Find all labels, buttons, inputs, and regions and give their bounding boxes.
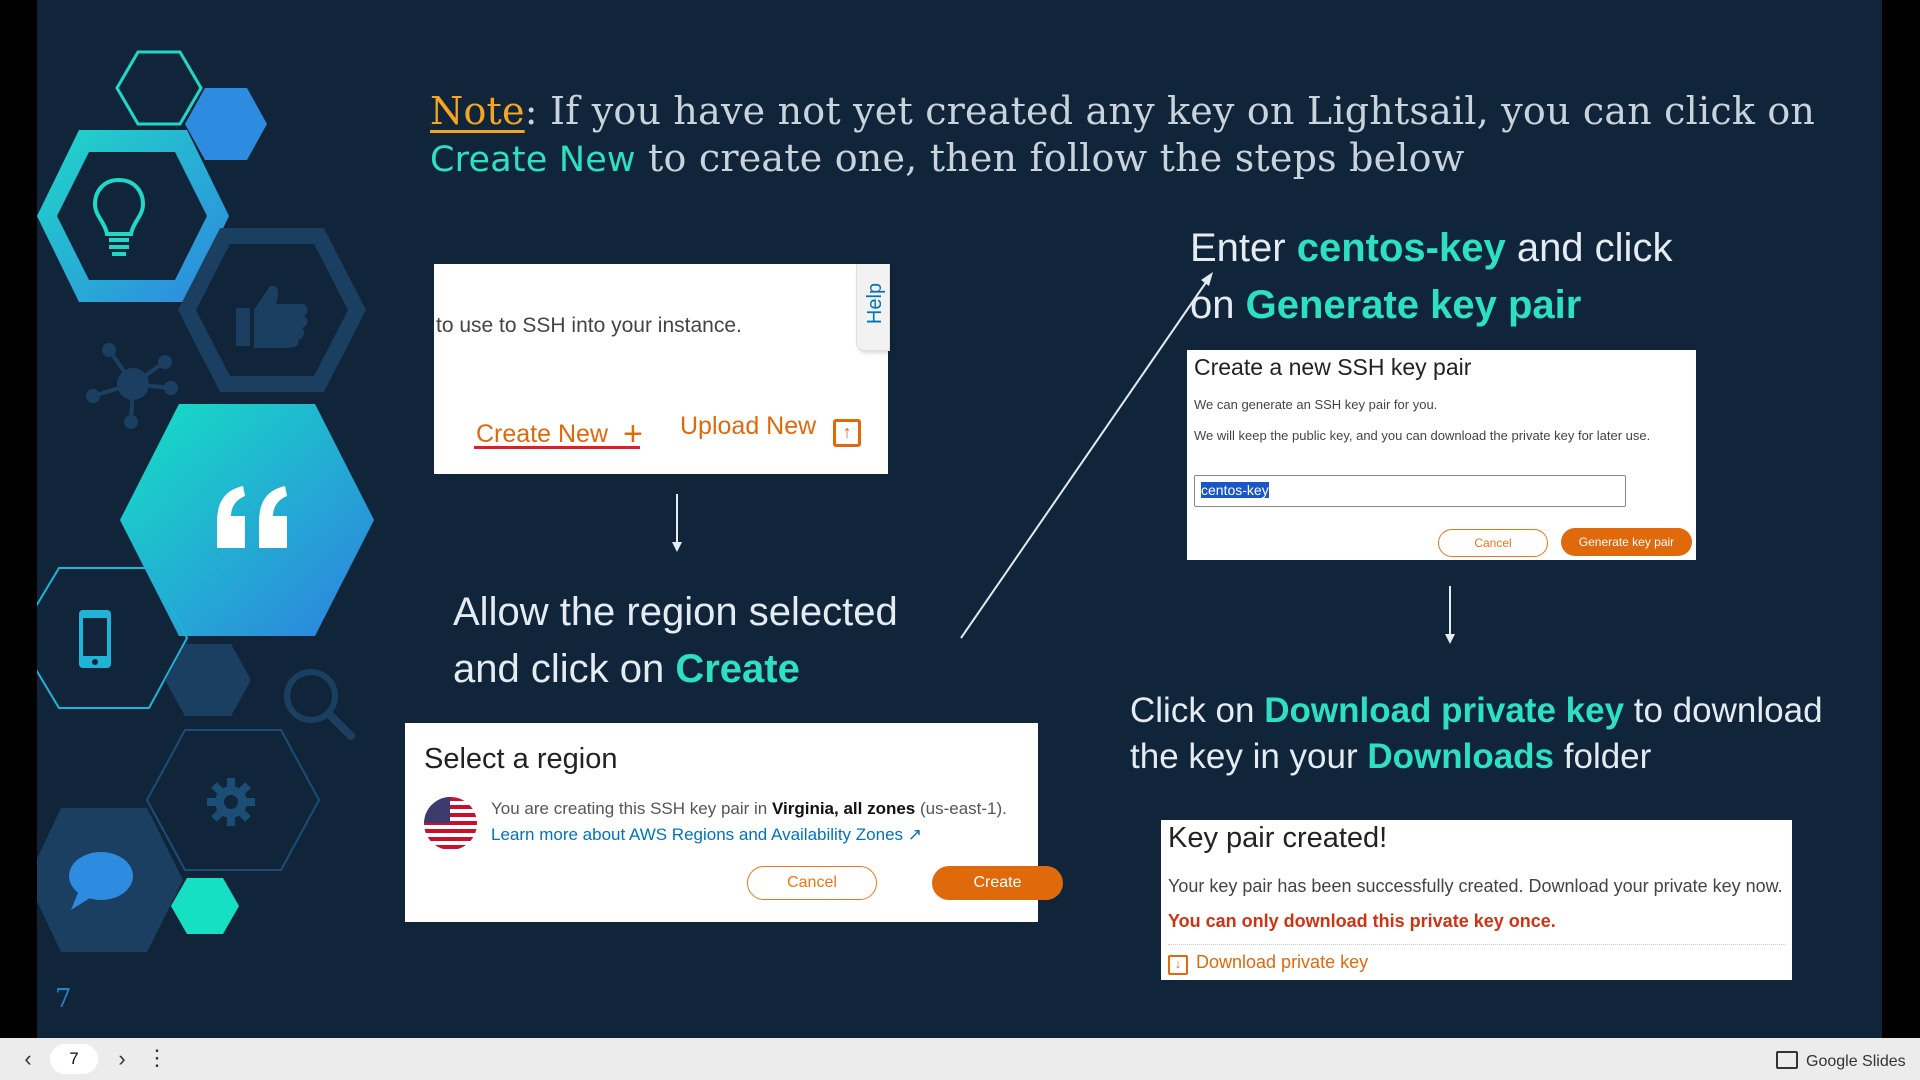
- download-label: Download private key: [1196, 952, 1369, 972]
- learn-more-link[interactable]: Learn more about AWS Regions and Availab…: [491, 825, 922, 845]
- thumbs-up-icon: [236, 285, 308, 348]
- magnifier-icon: [284, 669, 355, 740]
- note-text-2: to create one, then follow the steps bel…: [635, 136, 1465, 180]
- google-slides-link[interactable]: Google Slides: [1776, 1048, 1906, 1071]
- step-download-text: Click on Download private key to downloa…: [1130, 688, 1823, 780]
- more-options-icon[interactable]: ⋮: [146, 1045, 168, 1073]
- note-text: Note: If you have not yet created any ke…: [430, 88, 1850, 184]
- created-title: Key pair created!: [1168, 822, 1388, 854]
- upload-new-label: Upload New: [680, 412, 817, 440]
- chat-bubble-icon: [69, 852, 133, 910]
- step-region-highlight: Create: [675, 647, 800, 691]
- us-flag-icon: [424, 797, 477, 850]
- ssh-text: to use to SSH into your instance.: [436, 314, 742, 337]
- region-desc-suffix: (us-east-1).: [915, 799, 1007, 818]
- note-highlight: Create New: [430, 140, 636, 180]
- step-download-suffix-2: folder: [1554, 737, 1652, 776]
- slides-bottom-bar: ‹ 7 › ⋮ Google Slides: [0, 1038, 1920, 1080]
- step-key-prefix-1: Enter: [1190, 226, 1297, 270]
- keypair-line-1: We can generate an SSH key pair for you.: [1194, 397, 1438, 412]
- step-region-line-2: and click on Create: [453, 641, 898, 698]
- step-key-suffix-1: and click: [1505, 226, 1673, 270]
- region-desc-prefix: You are creating this SSH key pair in: [491, 799, 772, 818]
- step-download-highlight-2: Downloads: [1367, 737, 1555, 776]
- arrow-down-2: [1445, 586, 1455, 644]
- step-key-line-1: Enter centos-key and click: [1190, 220, 1672, 277]
- region-title: Select a region: [424, 743, 618, 775]
- keypair-title: Create a new SSH key pair: [1194, 354, 1472, 380]
- keypair-cancel-button[interactable]: Cancel: [1438, 529, 1548, 557]
- page-number: 7: [55, 984, 72, 1014]
- created-line-1: Your key pair has been successfully crea…: [1168, 876, 1783, 896]
- step-download-prefix-2: the key in your: [1130, 737, 1368, 776]
- step-download-line-1: Click on Download private key to downloa…: [1130, 688, 1823, 734]
- step-key-highlight-1: centos-key: [1296, 226, 1506, 270]
- ssh-keypair-screenshot: Create a new SSH key pair We can generat…: [1187, 350, 1696, 560]
- step-download-suffix-1: to download: [1624, 691, 1823, 730]
- note-label: Note: [430, 89, 525, 133]
- download-icon: ↓: [1168, 955, 1188, 975]
- created-warning: You can only download this private key o…: [1168, 911, 1556, 931]
- quote-icon: [217, 486, 287, 548]
- lightbulb-icon: [92, 177, 146, 256]
- create-new-screenshot: to use to SSH into your instance. Help C…: [434, 264, 890, 474]
- step-download-highlight-1: Download private key: [1264, 691, 1625, 730]
- help-tab-label: Help: [864, 282, 887, 325]
- key-name-value: centos-key: [1201, 482, 1269, 498]
- step-key-highlight-2: Generate key pair: [1245, 283, 1582, 327]
- region-description: You are creating this SSH key pair in Vi…: [491, 799, 1007, 819]
- create-new-label: Create New: [476, 420, 608, 448]
- step-region-line-1: Allow the region selected: [453, 590, 898, 634]
- key-created-screenshot: Key pair created! Your key pair has been…: [1161, 820, 1792, 980]
- next-slide-button[interactable]: ›: [110, 1045, 134, 1073]
- step-download-prefix-1: Click on: [1130, 691, 1265, 730]
- slide-number-input[interactable]: 7: [50, 1044, 98, 1074]
- phone-icon: [79, 610, 111, 668]
- create-new-underline: [474, 446, 640, 449]
- step-key-text: Enter centos-key and click on Generate k…: [1190, 220, 1672, 334]
- slide: 7 Note: If you have not yet created any …: [37, 0, 1882, 1038]
- upload-new-link[interactable]: Upload New ↑: [680, 412, 862, 447]
- step-download-line-2: the key in your Downloads folder: [1130, 734, 1823, 780]
- step-key-line-2: on Generate key pair: [1190, 277, 1672, 334]
- keypair-line-2: We will keep the public key, and you can…: [1194, 428, 1651, 443]
- select-region-screenshot: Select a region You are creating this SS…: [405, 723, 1063, 922]
- key-name-input[interactable]: centos-key: [1194, 475, 1626, 507]
- note-text-1: : If you have not yet created any key on…: [524, 89, 1816, 133]
- help-tab: Help: [856, 264, 890, 351]
- arrow-down-1: [672, 494, 682, 552]
- download-private-key-link[interactable]: ↓ Download private key: [1168, 952, 1368, 975]
- google-slides-label: Google Slides: [1806, 1053, 1906, 1070]
- upload-icon: ↑: [833, 419, 862, 447]
- region-cancel-button[interactable]: Cancel: [747, 866, 877, 900]
- learn-more-label: Learn more about AWS Regions and Availab…: [491, 825, 904, 844]
- arrow-diagonal: [960, 272, 1213, 639]
- previous-slide-button[interactable]: ‹: [16, 1045, 40, 1073]
- region-create-button[interactable]: Create: [932, 866, 1063, 900]
- slides-icon: [1776, 1051, 1798, 1069]
- step-region-prefix: and click on: [453, 647, 676, 691]
- step-key-prefix-2: on: [1190, 283, 1246, 327]
- created-divider: [1168, 944, 1786, 945]
- generate-key-pair-button[interactable]: Generate key pair: [1561, 528, 1692, 556]
- external-link-icon: ↗: [907, 825, 923, 844]
- region-desc-bold: Virginia, all zones: [771, 799, 916, 818]
- network-icon: [86, 343, 178, 429]
- gear-icon: [207, 778, 255, 826]
- step-region-text: Allow the region selected and click on C…: [453, 584, 898, 698]
